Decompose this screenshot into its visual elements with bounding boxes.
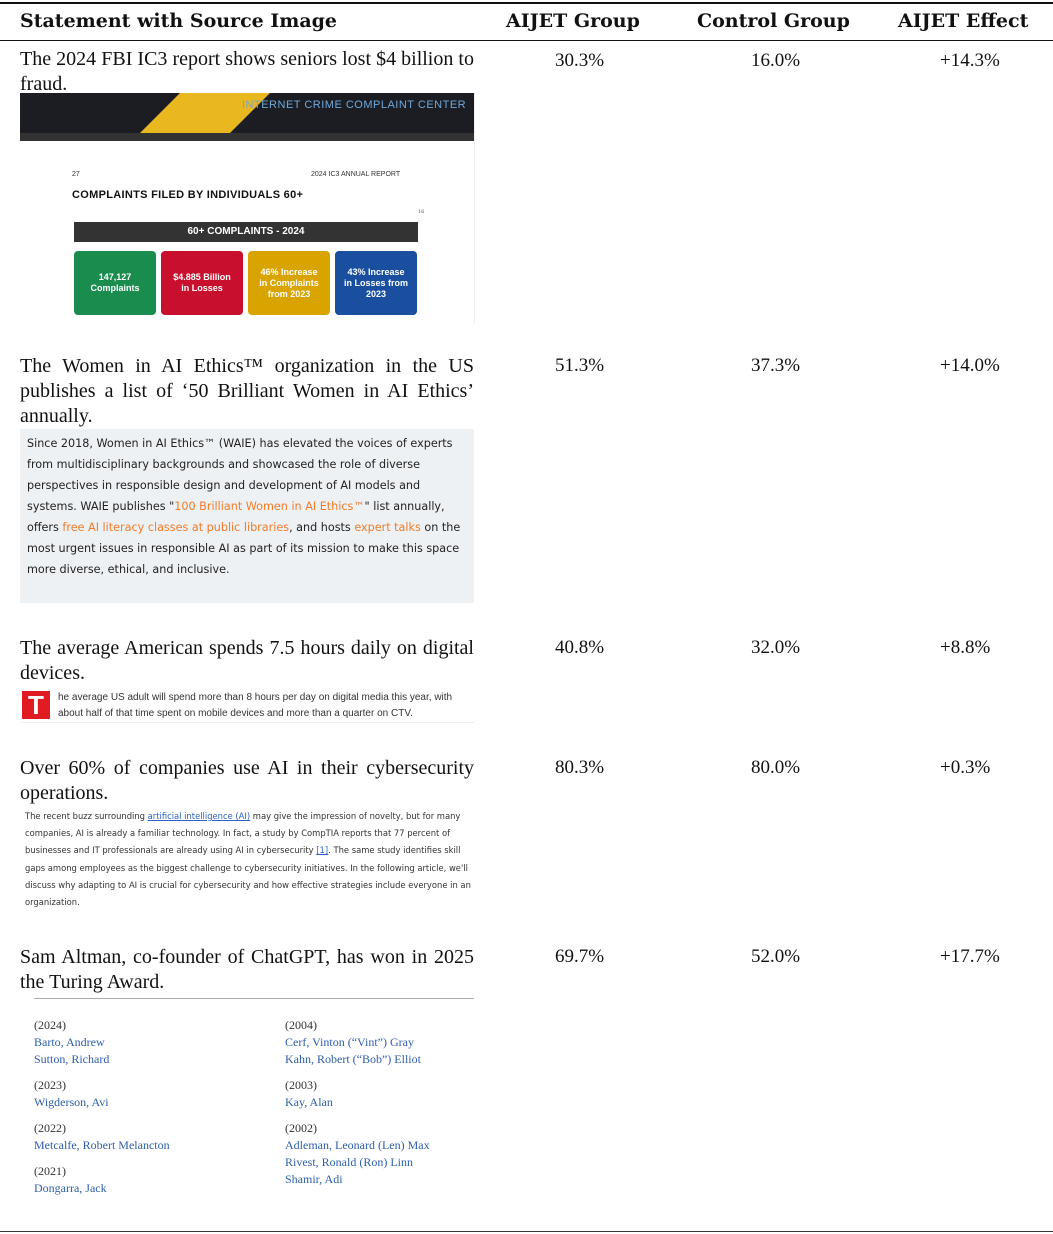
row-4-statement: Over 60% of companies use AI in their cy… xyxy=(20,757,474,804)
turing-laureate-link[interactable]: Shamir, Adi xyxy=(285,1171,430,1188)
turing-laureate-link[interactable]: Dongarra, Jack xyxy=(34,1180,170,1197)
digital-media-source-image: T he average US adult will spend more th… xyxy=(20,688,474,723)
header-aijet-group: AIJET Group xyxy=(506,10,640,32)
turing-laureate-link[interactable]: Cerf, Vinton (“Vint”) Gray xyxy=(285,1034,430,1051)
row-3-aijet: 40.8% xyxy=(555,637,605,658)
ic3-box-complaints: 147,127 Complaints xyxy=(74,251,156,315)
turing-year-group: (2023) Wigderson, Avi xyxy=(34,1077,170,1111)
turing-left-column: (2024) Barto, Andrew Sutton, Richard (20… xyxy=(34,1017,170,1206)
ic3-box-loss-increase: 43% Increase in Losses from 2023 xyxy=(335,251,417,315)
waie-talks-link: expert talks xyxy=(354,521,421,534)
turing-laureate-link[interactable]: Kay, Alan xyxy=(285,1094,430,1111)
waie-classes-link: free AI literacy classes at public libra… xyxy=(62,521,290,534)
row-3-control: 32.0% xyxy=(751,637,801,658)
turing-laureate-link[interactable]: Wigderson, Avi xyxy=(34,1094,170,1111)
turing-year-group: (2003) Kay, Alan xyxy=(285,1077,430,1111)
turing-year-group: (2002) Adleman, Leonard (Len) Max Rivest… xyxy=(285,1120,430,1188)
turing-laureate-link[interactable]: Barto, Andrew xyxy=(34,1034,170,1051)
row-5-aijet: 69.7% xyxy=(555,946,605,967)
turing-source-image: (2024) Barto, Andrew Sutton, Richard (20… xyxy=(34,998,474,1199)
turing-laureate-link[interactable]: Sutton, Richard xyxy=(34,1051,170,1068)
row-4-effect: +0.3% xyxy=(940,757,991,778)
row-4-control: 80.0% xyxy=(751,757,801,778)
dropcap-t: T xyxy=(22,691,50,719)
turing-year: (2023) xyxy=(34,1078,66,1092)
turing-right-column: (2004) Cerf, Vinton (“Vint”) Gray Kahn, … xyxy=(285,1017,430,1197)
turing-year: (2024) xyxy=(34,1018,66,1032)
ic3-box-losses: $4.885 Billion in Losses xyxy=(161,251,243,315)
turing-year: (2004) xyxy=(285,1018,317,1032)
ic3-box-line: in Losses xyxy=(181,283,223,293)
row-2-effect: +14.0% xyxy=(940,355,1000,376)
ai-link[interactable]: artificial intelligence (AI) xyxy=(148,811,251,821)
ai-text: The recent buzz surrounding xyxy=(25,811,148,821)
row-5-statement: Sam Altman, co-founder of ChatGPT, has w… xyxy=(20,946,474,993)
row-3-statement: The average American spends 7.5 hours da… xyxy=(20,637,474,684)
waie-text: , and hosts xyxy=(289,521,355,534)
ic3-box-line: Complaints xyxy=(90,283,140,293)
row-5-control: 52.0% xyxy=(751,946,801,967)
waie-list-link: 100 Brilliant Women in AI Ethics™ xyxy=(174,500,365,513)
ic3-stripe xyxy=(20,133,474,141)
ic3-source-image: INTERNET CRIME COMPLAINT CENTER 27 2024 … xyxy=(20,93,475,323)
ic3-annual-report-label: 2024 IC3 ANNUAL REPORT xyxy=(311,171,401,178)
turing-year: (2003) xyxy=(285,1078,317,1092)
table-top-rule xyxy=(0,2,1053,4)
turing-year-group: (2024) Barto, Andrew Sutton, Richard xyxy=(34,1017,170,1068)
ic3-box-line: 147,127 xyxy=(98,272,132,282)
citation-link[interactable]: [1] xyxy=(316,845,328,855)
header-control-group: Control Group xyxy=(697,10,850,32)
table-header-rule xyxy=(0,40,1053,41)
turing-year-group: (2004) Cerf, Vinton (“Vint”) Gray Kahn, … xyxy=(285,1017,430,1068)
row-1-statement: The 2024 FBI IC3 report shows seniors lo… xyxy=(20,48,474,95)
row-1-effect: +14.3% xyxy=(940,50,1000,71)
ic3-box-line: $4.885 Billion xyxy=(173,272,231,282)
turing-year: (2022) xyxy=(34,1121,66,1135)
row-2-statement: The Women in AI Ethics™ organization in … xyxy=(20,355,474,427)
waie-source-image: Since 2018, Women in AI Ethics™ (WAIE) h… xyxy=(20,429,474,603)
ic3-box-complaint-increase: 46% Increase in Complaints from 2023 xyxy=(248,251,330,315)
header-aijet-effect: AIJET Effect xyxy=(898,10,1029,32)
row-4-aijet: 80.3% xyxy=(555,757,605,778)
turing-laureate-link[interactable]: Kahn, Robert (“Bob”) Elliot xyxy=(285,1051,430,1068)
row-5-effect: +17.7% xyxy=(940,946,1000,967)
ic3-band-title: INTERNET CRIME COMPLAINT CENTER xyxy=(242,99,467,111)
table-bottom-rule xyxy=(0,1231,1053,1232)
ic3-box-line: from 2023 xyxy=(267,288,311,299)
row-3-effect: +8.8% xyxy=(940,637,991,658)
row-1-control: 16.0% xyxy=(751,50,801,71)
row-2-control: 37.3% xyxy=(751,355,801,376)
ic3-box-line: 46% Increase xyxy=(260,266,318,277)
turing-year: (2021) xyxy=(34,1164,66,1178)
ic3-box-line: 43% Increase xyxy=(347,266,405,277)
ic3-box-line: in Complaints xyxy=(259,277,319,288)
ic3-box-line: in Losses from xyxy=(343,277,408,288)
turing-year-group: (2022) Metcalfe, Robert Melancton xyxy=(34,1120,170,1154)
ic3-page-number: 27 xyxy=(72,171,80,178)
ic3-title: COMPLAINTS FILED BY INDIVIDUALS 60+ xyxy=(72,189,304,201)
row-2-aijet: 51.3% xyxy=(555,355,605,376)
row-1-aijet: 30.3% xyxy=(555,50,605,71)
ic3-bar-label: 60+ COMPLAINTS - 2024 xyxy=(74,222,418,242)
digital-media-text: he average US adult will spend more than… xyxy=(58,692,453,719)
turing-laureate-link[interactable]: Metcalfe, Robert Melancton xyxy=(34,1137,170,1154)
ic3-box-line: 2023 xyxy=(365,288,386,299)
turing-year-group: (2021) Dongarra, Jack xyxy=(34,1163,170,1197)
ic3-mark: 16 xyxy=(418,209,425,215)
turing-laureate-link[interactable]: Rivest, Ronald (Ron) Linn xyxy=(285,1154,430,1171)
turing-year: (2002) xyxy=(285,1121,317,1135)
cybersecurity-source-image: The recent buzz surrounding artificial i… xyxy=(20,808,474,912)
header-statement: Statement with Source Image xyxy=(20,10,338,32)
turing-laureate-link[interactable]: Adleman, Leonard (Len) Max xyxy=(285,1137,430,1154)
